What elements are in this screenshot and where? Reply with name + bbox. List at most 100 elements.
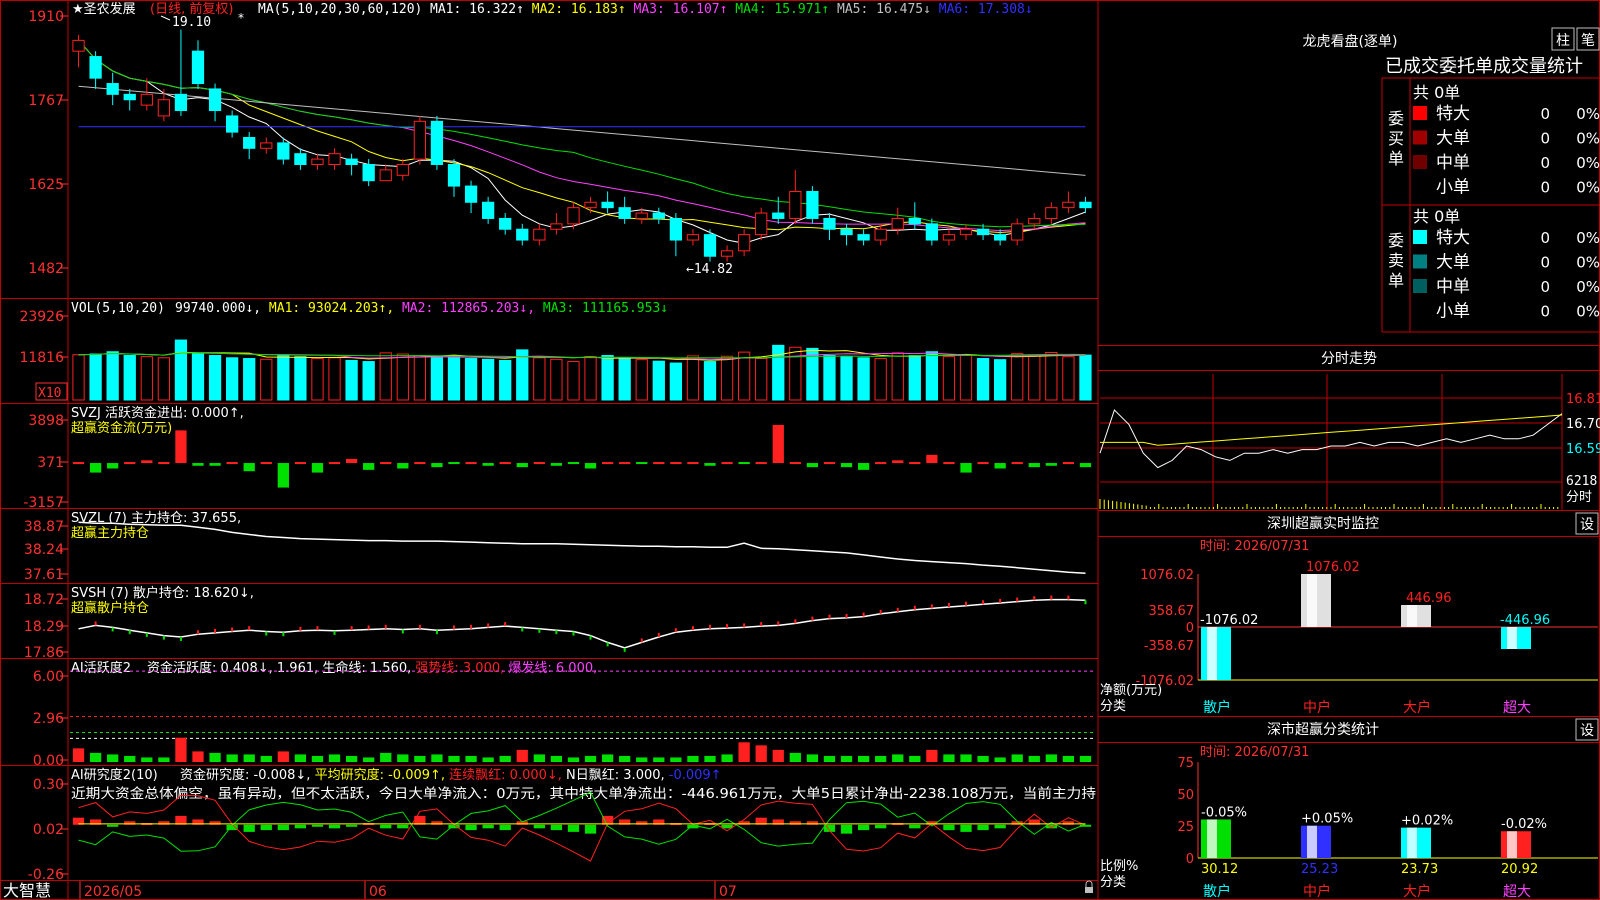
volume-bar[interactable] [720, 355, 734, 401]
candle-body[interactable] [1062, 201, 1075, 209]
candle-body[interactable] [447, 163, 461, 187]
candle[interactable] [328, 148, 341, 170]
volume-bar[interactable] [157, 357, 170, 401]
svzj-bar[interactable] [567, 462, 580, 465]
intraday-price[interactable] [1099, 409, 1563, 469]
candle[interactable] [123, 88, 136, 111]
ai1-bar[interactable] [926, 749, 938, 762]
svzj-bar[interactable] [738, 462, 750, 465]
candle[interactable] [925, 218, 938, 246]
ai1-bar[interactable] [857, 755, 870, 762]
volume-bars[interactable] [72, 339, 1092, 401]
ai1-bar[interactable] [482, 757, 494, 762]
volume-bar[interactable] [106, 351, 119, 401]
ai1-bar[interactable] [226, 754, 238, 762]
candle-body[interactable] [840, 228, 853, 236]
svzj-bar[interactable] [158, 462, 170, 465]
ai1-bar[interactable] [175, 737, 187, 762]
candle[interactable] [294, 148, 307, 170]
ai1-bar[interactable] [345, 755, 358, 762]
svzj-bar[interactable] [977, 462, 989, 465]
volume-bar[interactable] [1045, 352, 1058, 401]
ai1-bar[interactable] [994, 757, 1006, 762]
candle-body[interactable] [720, 250, 734, 257]
sz-monitor-settings-button[interactable]: 设 [1575, 512, 1599, 535]
candle-body[interactable] [891, 217, 904, 230]
volume-bar[interactable] [140, 356, 153, 401]
candle-body[interactable] [328, 153, 341, 165]
ai1-bar[interactable] [653, 757, 665, 762]
ai1-bar[interactable] [943, 754, 955, 762]
ai1-bar[interactable] [72, 748, 85, 762]
volume-bar[interactable] [1028, 354, 1041, 401]
svzl-line[interactable] [78, 521, 1086, 575]
svzj-bar[interactable] [857, 463, 870, 470]
svzj-bar[interactable] [1011, 462, 1023, 465]
ai1-bar[interactable] [277, 751, 289, 762]
ai1-bar[interactable] [789, 752, 801, 762]
ai1-bar[interactable] [840, 755, 853, 762]
monitor-bar-group[interactable]: 446.96 大户 [1401, 591, 1452, 716]
ai1-bar[interactable] [772, 749, 784, 762]
ai2-bar[interactable] [857, 824, 870, 831]
candle-body[interactable] [959, 228, 973, 236]
svsh-panel[interactable]: SVSH (7) 散户持仓: 18.620↓, 超赢散户持仓 18.72 18.2… [24, 585, 1087, 661]
candle[interactable] [857, 229, 870, 246]
svzj-bar[interactable] [687, 462, 699, 465]
volume-bar[interactable] [277, 354, 290, 401]
candle[interactable] [72, 34, 85, 68]
svzj-bar[interactable] [72, 462, 85, 465]
volume-bar[interactable] [311, 358, 324, 401]
candle-body[interactable] [396, 163, 409, 176]
svzj-bar[interactable] [533, 462, 545, 465]
svzj-bar[interactable] [226, 462, 238, 465]
sz-class-bars[interactable]: -0.05% 30.12 散户 +0.05% 25.23 中户 +0.02% 23.73 大户 -… [1197, 762, 1598, 900]
volume-bar[interactable] [379, 352, 392, 401]
candle-body[interactable] [942, 234, 956, 241]
candle-body[interactable] [345, 158, 358, 165]
volume-bar[interactable] [413, 355, 426, 401]
svzj-bar[interactable] [431, 463, 443, 468]
candle-body[interactable] [669, 217, 682, 241]
ai1-bar[interactable] [636, 757, 648, 762]
candle-body[interactable] [635, 212, 648, 219]
ai1-bar[interactable] [601, 754, 614, 762]
volume-bar[interactable] [447, 355, 461, 401]
candle-body[interactable] [618, 207, 631, 219]
candle-body[interactable] [686, 234, 700, 241]
volume-bar[interactable] [959, 354, 973, 401]
ai2-bar[interactable] [977, 824, 989, 831]
candle-body[interactable] [703, 234, 717, 257]
candle[interactable] [482, 196, 495, 224]
volume-bar[interactable] [260, 358, 273, 401]
svzj-bar[interactable] [294, 462, 307, 465]
ai1-bar[interactable] [107, 754, 119, 762]
monitor-bar-group[interactable]: -446.96 超大 [1500, 613, 1550, 716]
volume-bar[interactable] [840, 356, 853, 401]
candle[interactable] [601, 191, 614, 214]
candle[interactable] [499, 213, 512, 235]
candle[interactable] [959, 223, 973, 241]
candle[interactable] [584, 196, 597, 214]
ai1-bar[interactable] [209, 752, 221, 762]
ai1-bar[interactable] [875, 755, 887, 762]
volume-bar[interactable] [567, 361, 580, 401]
svzj-bar[interactable] [397, 463, 409, 469]
volume-bar[interactable] [635, 359, 648, 401]
candle[interactable] [260, 137, 273, 154]
svzj-bar[interactable] [755, 462, 767, 465]
class-bar-group[interactable]: +0.05% 25.23 中户 [1301, 812, 1353, 900]
candle[interactable] [464, 180, 478, 214]
volume-bar[interactable] [601, 355, 614, 401]
svzj-bar[interactable] [141, 460, 153, 464]
svzj-bar[interactable] [772, 424, 784, 464]
candle[interactable] [243, 132, 256, 160]
sz-monitor-panel[interactable]: 深圳超赢实时监控 设 时间: 2026/07/31 1076.02 358.67 0… [1100, 512, 1599, 716]
candle-body[interactable] [823, 217, 836, 230]
monitor-bar-group[interactable]: -1076.02 散户 [1200, 613, 1258, 716]
ai2-bar[interactable] [960, 824, 972, 832]
intraday-price-line[interactable] [1099, 409, 1563, 469]
ai2-bar[interactable] [345, 824, 358, 827]
svzj-bar[interactable] [277, 463, 289, 488]
svzj-bar[interactable] [414, 462, 426, 465]
